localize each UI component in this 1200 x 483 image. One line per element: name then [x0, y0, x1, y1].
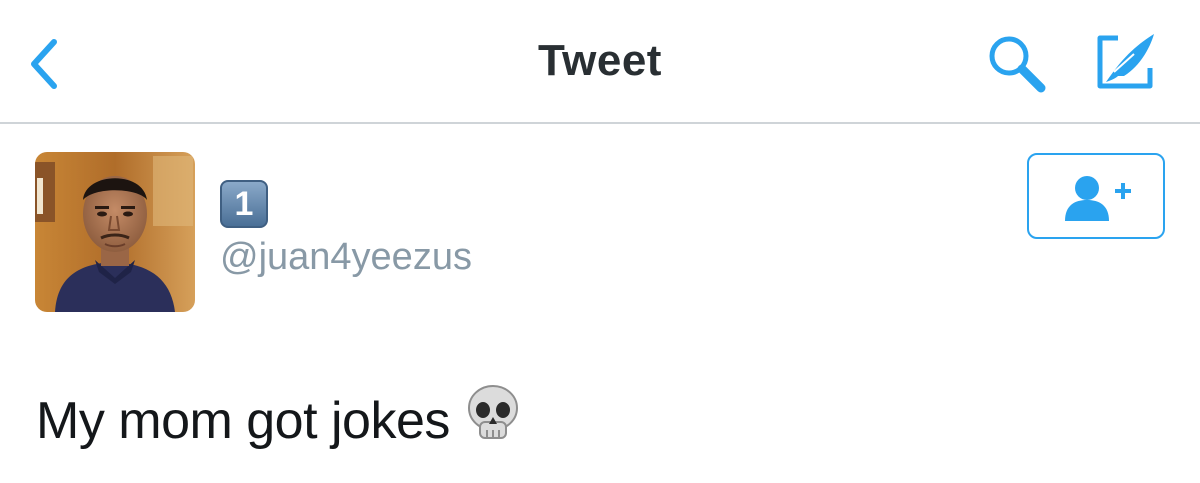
compose-tweet-button[interactable]: [1088, 28, 1164, 94]
navigation-bar: Tweet: [0, 0, 1200, 124]
compose-tweet-icon: [1097, 34, 1154, 89]
keycap-digit-emoji: 1: [220, 180, 268, 228]
search-button[interactable]: [985, 32, 1051, 94]
tweet-text: My mom got jokes: [36, 384, 522, 455]
follow-button[interactable]: [1027, 153, 1165, 239]
tweet-body: My mom got jokes: [36, 392, 450, 450]
display-name: 1: [220, 180, 268, 228]
add-user-icon: [1065, 176, 1131, 221]
profile-photo: [35, 152, 195, 312]
search-icon: [989, 36, 1046, 93]
avatar[interactable]: [35, 152, 195, 312]
skull-emoji: [464, 384, 522, 455]
user-handle[interactable]: @juan4yeezus: [220, 236, 472, 279]
